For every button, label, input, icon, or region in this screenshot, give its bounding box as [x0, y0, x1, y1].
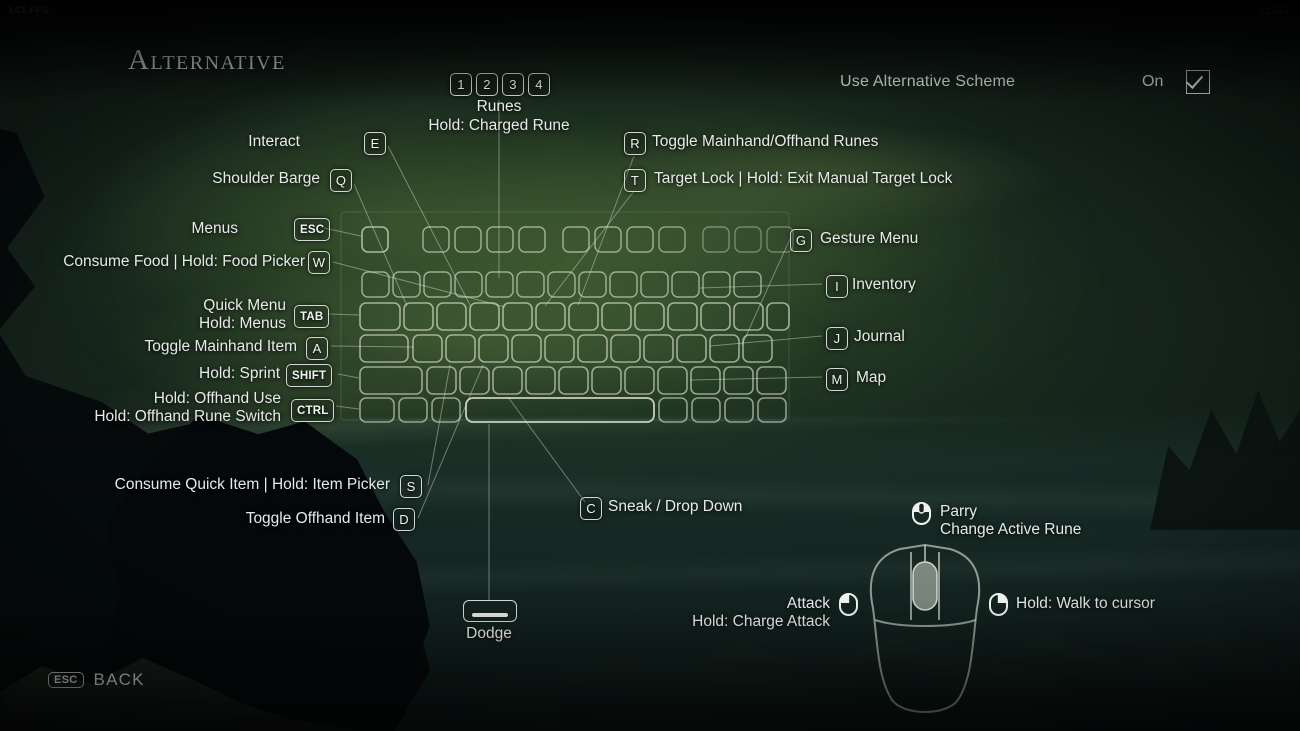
- binding-key-offhand-use[interactable]: CTRL: [291, 399, 335, 422]
- binding-label-interact: Interact: [248, 133, 300, 150]
- binding-label-charge-attack: Hold: Charge Attack: [692, 613, 830, 630]
- rune-key-3[interactable]: 3: [502, 73, 524, 96]
- binding-key-interact[interactable]: E: [364, 132, 386, 155]
- binding-label-attack: Attack: [786, 595, 830, 612]
- controls-screen: 143 FPS 12553 Alternative Use Alternativ…: [0, 0, 1300, 731]
- binding-label-consume-food: Consume Food | Hold: Food Picker: [63, 253, 305, 270]
- binding-label-inventory: Inventory: [852, 276, 916, 293]
- binding-key-toggle-runes[interactable]: R: [624, 132, 646, 155]
- binding-label-toggle-runes: Toggle Mainhand/Offhand Runes: [652, 133, 879, 150]
- binding-key-gesture-menu[interactable]: G: [790, 229, 812, 252]
- binding-label-dodge: Dodge: [466, 625, 512, 642]
- rune-key-4[interactable]: 4: [528, 73, 550, 96]
- back-key[interactable]: ESC: [48, 672, 84, 688]
- binding-label-sprint: Hold: Sprint: [199, 365, 280, 382]
- runes-label-line2: Hold: Charged Rune: [428, 117, 570, 134]
- binding-label-sneak: Sneak / Drop Down: [608, 498, 743, 515]
- binding-label-gesture-menu: Gesture Menu: [820, 230, 919, 247]
- runes-label-line1: Runes: [476, 98, 522, 115]
- binding-key-journal[interactable]: J: [826, 327, 848, 350]
- use-alternative-scheme-label: Use Alternative Scheme: [840, 73, 1016, 90]
- use-alternative-scheme-value[interactable]: On: [1142, 73, 1163, 91]
- binding-label-map: Map: [856, 369, 887, 386]
- back-prompt[interactable]: ESC BACK: [48, 670, 145, 690]
- binding-key-dodge-spacebar[interactable]: [463, 600, 517, 622]
- binding-key-quick-menu[interactable]: TAB: [294, 305, 330, 328]
- binding-key-menus[interactable]: ESC: [294, 218, 331, 241]
- binding-label-change-active-rune: Change Active Rune: [940, 521, 1082, 538]
- binding-label-quick-menu: Quick Menu: [203, 297, 286, 314]
- binding-label-walk-to-cursor: Hold: Walk to cursor: [1016, 595, 1155, 612]
- back-label: BACK: [93, 670, 145, 689]
- rune-key-2[interactable]: 2: [476, 73, 498, 96]
- binding-label-parry: Parry: [940, 503, 978, 520]
- binding-label-consume-quick-item: Consume Quick Item | Hold: Item Picker: [114, 476, 390, 493]
- binding-key-shoulder-barge[interactable]: Q: [330, 169, 352, 192]
- binding-label-quick-menu-hold: Hold: Menus: [198, 315, 286, 332]
- binding-key-sneak[interactable]: C: [580, 497, 602, 520]
- binding-key-consume-quick-item[interactable]: S: [400, 475, 422, 498]
- frame-counter: 12553: [1259, 6, 1290, 17]
- binding-label-toggle-offhand-item: Toggle Offhand Item: [245, 510, 385, 527]
- binding-key-sprint[interactable]: SHIFT: [286, 364, 333, 387]
- binding-label-journal: Journal: [854, 328, 905, 345]
- rune-key-1[interactable]: 1: [450, 73, 472, 96]
- binding-label-menus: Menus: [191, 220, 238, 237]
- binding-key-consume-food[interactable]: W: [308, 251, 330, 274]
- fps-counter: 143 FPS: [8, 5, 50, 16]
- page-title: Alternative: [128, 44, 286, 76]
- binding-label-offhand-use: Hold: Offhand Use: [153, 390, 281, 407]
- binding-label-offhand-rune-switch: Hold: Offhand Rune Switch: [94, 408, 281, 425]
- binding-label-toggle-mainhand-item: Toggle Mainhand Item: [144, 338, 297, 355]
- binding-key-target-lock[interactable]: T: [624, 169, 646, 192]
- binding-key-toggle-mainhand-item[interactable]: A: [306, 337, 328, 360]
- binding-label-target-lock: Target Lock | Hold: Exit Manual Target L…: [654, 170, 953, 187]
- binding-key-inventory[interactable]: I: [826, 275, 848, 298]
- binding-key-toggle-offhand-item[interactable]: D: [393, 508, 415, 531]
- use-alternative-scheme-checkbox[interactable]: [1186, 70, 1210, 94]
- binding-label-shoulder-barge: Shoulder Barge: [212, 170, 320, 187]
- binding-key-map[interactable]: M: [826, 368, 848, 391]
